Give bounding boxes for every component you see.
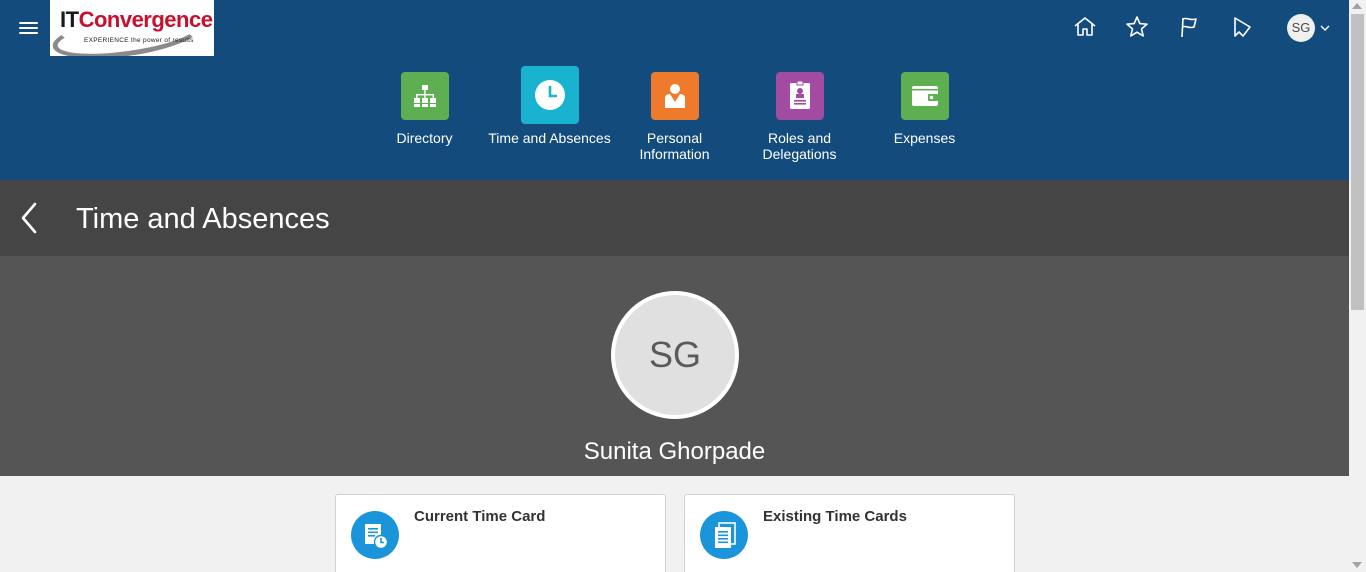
home-icon[interactable]	[1072, 14, 1098, 40]
clock-icon	[520, 66, 579, 124]
scrollbar-thumb[interactable]	[1351, 14, 1364, 310]
notifications-flag-icon[interactable]	[1176, 14, 1202, 40]
nav-label: Directory	[396, 130, 453, 146]
id-card-icon	[775, 72, 824, 120]
existing-time-cards-tile[interactable]: Existing Time Cards	[684, 494, 1015, 572]
card-title: Existing Time Cards	[763, 508, 907, 525]
current-time-card-tile[interactable]: Current Time Card	[335, 494, 666, 572]
nav-label: Roles and Delegations	[762, 130, 837, 162]
nav-label: Expenses	[893, 130, 956, 146]
logo-wordmark: ITConvergence	[60, 7, 213, 32]
nav-item-time-and-absences[interactable]: Time and Absences	[487, 66, 612, 146]
back-button[interactable]	[18, 200, 42, 236]
card-title: Current Time Card	[414, 508, 546, 525]
nav-label: Time and Absences	[488, 130, 611, 146]
person-badge-icon	[650, 72, 699, 120]
nav-item-expenses[interactable]: Expenses	[862, 72, 987, 146]
scroll-down-arrow-icon[interactable]	[1352, 562, 1362, 568]
nav-item-personal-information[interactable]: Personal Information	[612, 72, 737, 162]
time-cards-stack-icon	[700, 511, 748, 559]
wallet-icon	[900, 72, 949, 120]
user-avatar: SG	[1287, 14, 1315, 42]
profile-avatar[interactable]: SG	[611, 291, 739, 419]
nav-item-directory[interactable]: Directory	[362, 72, 487, 146]
time-card-clock-icon	[351, 511, 399, 559]
watchlist-icon[interactable]	[1229, 14, 1255, 40]
chevron-left-icon	[21, 202, 37, 234]
company-logo[interactable]: ITConvergence EXPERIENCE the power of re…	[50, 0, 214, 56]
scroll-up-arrow-icon[interactable]	[1352, 3, 1362, 9]
nav-label: Personal Information	[639, 130, 710, 162]
logo-tagline: EXPERIENCE the power of results	[84, 37, 194, 44]
navigator-menu-icon[interactable]	[19, 20, 39, 36]
favorites-star-icon[interactable]	[1124, 14, 1150, 40]
user-menu[interactable]: SG	[1287, 14, 1333, 42]
page-title: Time and Absences	[76, 203, 330, 235]
directory-org-chart-icon	[400, 72, 449, 120]
nav-item-roles-and-delegations[interactable]: Roles and Delegations	[737, 72, 862, 162]
chevron-down-icon	[1320, 25, 1330, 31]
profile-name: Sunita Ghorpade	[583, 438, 766, 465]
